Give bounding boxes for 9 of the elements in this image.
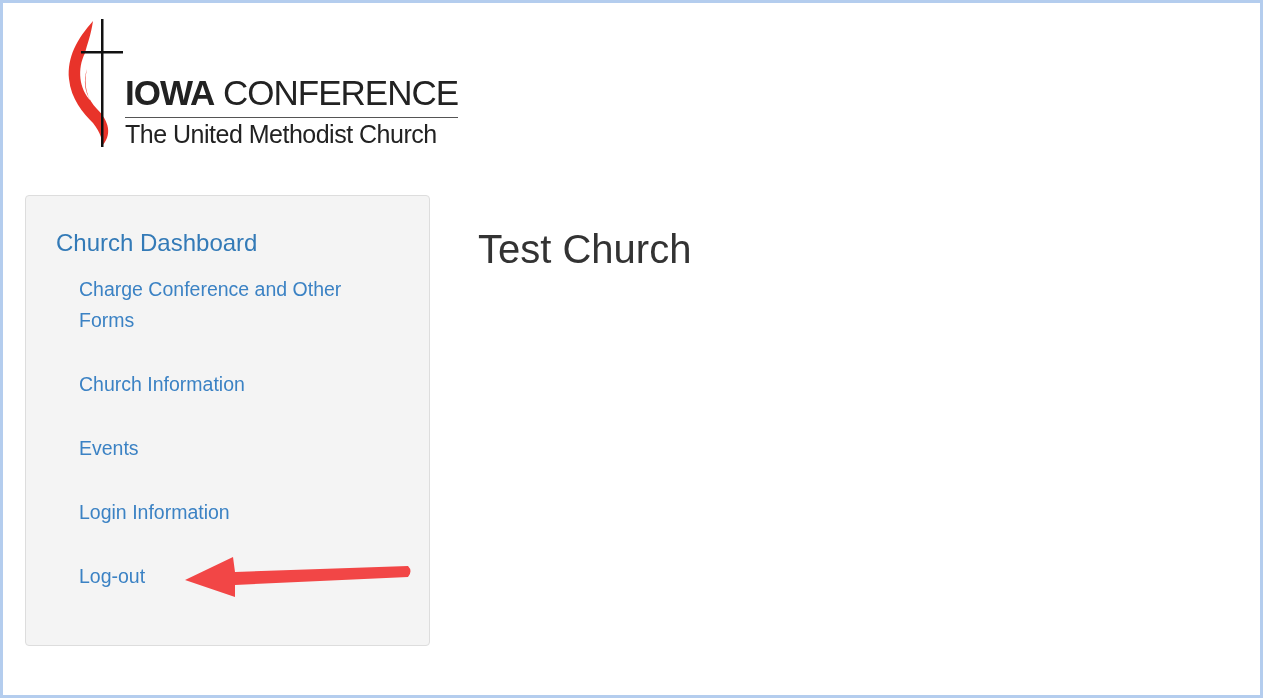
logo-title: IOWA CONFERENCE	[125, 73, 459, 118]
sidebar-link[interactable]: Events	[79, 433, 139, 464]
sidebar-link[interactable]: Church Information	[79, 369, 245, 400]
sidebar-link[interactable]: Charge Conference and Other Forms	[79, 274, 389, 336]
logo-subtitle: The United Methodist Church	[125, 119, 438, 149]
sidebar-link[interactable]: Login Information	[79, 497, 230, 528]
page-title: Test Church	[478, 227, 692, 272]
sidebar-link[interactable]: Log-out	[79, 561, 146, 592]
sidebar-heading-link[interactable]: Church Dashboard	[56, 228, 258, 258]
